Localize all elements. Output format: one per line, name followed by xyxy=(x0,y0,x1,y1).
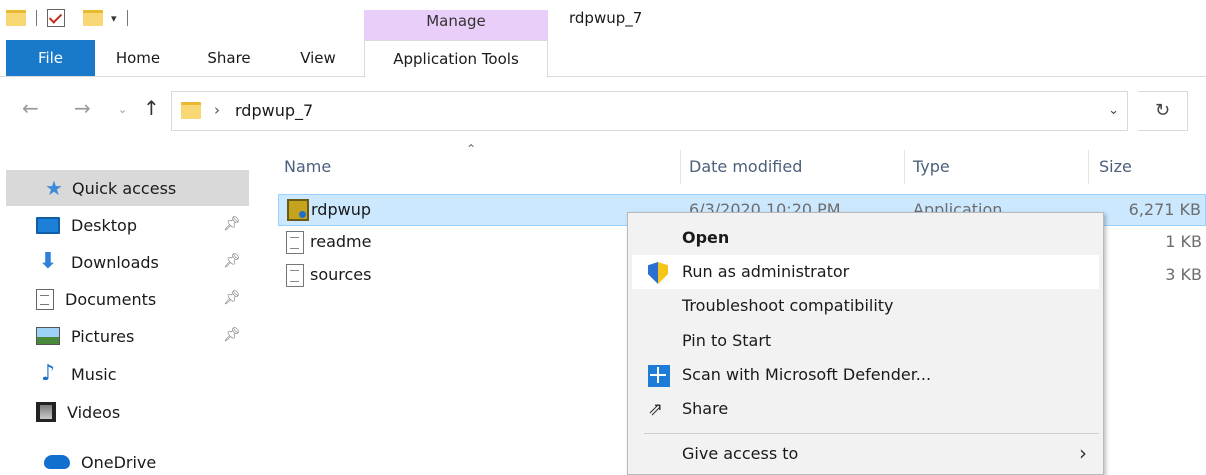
file-name: rdpwup xyxy=(311,200,371,219)
sidebar-item-onedrive[interactable]: OneDrive xyxy=(6,444,249,475)
file-size: 3 KB xyxy=(1165,265,1202,284)
tab-home[interactable]: Home xyxy=(106,40,170,77)
sidebar-item-label: Downloads xyxy=(71,252,159,272)
menu-item-label: Run as administrator xyxy=(682,262,850,281)
menu-item-pin-to-start[interactable]: Pin to Start xyxy=(632,324,1099,358)
documents-icon xyxy=(36,288,54,310)
file-name: readme xyxy=(310,232,372,251)
menu-item-open[interactable]: Open xyxy=(632,221,1099,255)
column-divider[interactable] xyxy=(904,150,905,184)
sidebar-item-videos[interactable]: Videos xyxy=(6,394,249,430)
column-divider[interactable] xyxy=(1088,150,1089,184)
toolbar-divider xyxy=(36,10,37,26)
sidebar-item-music[interactable]: ♪ Music xyxy=(6,356,249,392)
column-divider[interactable] xyxy=(680,150,681,184)
properties-check-icon[interactable] xyxy=(47,9,65,27)
tab-share[interactable]: Share xyxy=(197,40,261,77)
menu-item-label: Scan with Microsoft Defender... xyxy=(682,365,932,384)
quick-access-toolbar: ▾ xyxy=(6,8,138,28)
file-size: 6,271 KB xyxy=(1128,200,1201,219)
defender-icon xyxy=(648,365,670,387)
customize-toolbar-dropdown[interactable]: ▾ xyxy=(111,13,117,24)
menu-item-label: Troubleshoot compatibility xyxy=(682,296,894,315)
column-header-name[interactable]: Name xyxy=(284,148,331,186)
text-file-icon xyxy=(286,231,304,254)
address-dropdown-chevron-icon[interactable]: ⌄ xyxy=(1108,103,1119,118)
menu-item-troubleshoot-compatibility[interactable]: Troubleshoot compatibility xyxy=(632,289,1099,323)
sidebar-item-downloads[interactable]: ⬇ Downloads 📌︎ xyxy=(6,244,249,280)
file-name: sources xyxy=(310,265,372,284)
column-header-size[interactable]: Size xyxy=(1099,148,1132,186)
pin-icon: 📌︎ xyxy=(223,290,241,306)
sidebar-item-label: Videos xyxy=(67,402,121,422)
folder-icon xyxy=(181,102,201,119)
column-header-date-modified[interactable]: Date modified xyxy=(689,148,802,186)
address-bar[interactable]: › rdpwup_7 ⌄ xyxy=(171,91,1128,131)
back-arrow-icon[interactable]: ← xyxy=(22,98,39,118)
text-file-icon xyxy=(286,264,304,287)
menu-item-label: Share xyxy=(682,399,729,418)
star-icon: ★ xyxy=(45,176,63,200)
breadcrumb-current-folder[interactable]: rdpwup_7 xyxy=(235,101,313,120)
download-icon: ⬇ xyxy=(38,249,58,274)
sidebar-item-documents[interactable]: Documents 📌︎ xyxy=(6,281,249,317)
title-bar: ▾ Manage rdpwup_7 xyxy=(0,0,1206,40)
pin-icon: 📌︎ xyxy=(223,253,241,269)
navigation-pane: ★ Quick access Desktop 📌︎ ⬇ Downloads 📌︎… xyxy=(0,142,256,475)
folder-icon xyxy=(6,10,26,26)
refresh-button[interactable]: ↻ xyxy=(1138,91,1188,131)
sidebar-item-label: Documents xyxy=(65,289,157,309)
menu-item-label: Give access to xyxy=(682,444,799,463)
pictures-icon xyxy=(36,327,60,345)
sort-ascending-icon: ⌃ xyxy=(466,142,477,156)
menu-item-run-as-administrator[interactable]: Run as administrator xyxy=(632,255,1099,289)
sidebar-item-label: OneDrive xyxy=(81,452,157,472)
desktop-icon xyxy=(36,216,60,234)
sidebar-item-label: Music xyxy=(71,364,117,384)
navigation-bar: ← → ⌄ ↑ › rdpwup_7 ⌄ ↻ xyxy=(0,78,1206,142)
uac-shield-icon xyxy=(648,262,670,284)
sidebar-item-desktop[interactable]: Desktop 📌︎ xyxy=(6,207,249,243)
sidebar-item-label: Desktop xyxy=(71,215,137,235)
file-size: 1 KB xyxy=(1165,232,1202,251)
pin-icon: 📌︎ xyxy=(223,216,241,232)
tab-application-tools[interactable]: Application Tools xyxy=(364,40,548,78)
sidebar-item-pictures[interactable]: Pictures 📌︎ xyxy=(6,318,249,354)
menu-item-give-access-to[interactable]: Give access to › xyxy=(632,437,1099,471)
up-arrow-icon[interactable]: ↑ xyxy=(143,98,160,118)
forward-arrow-icon[interactable]: → xyxy=(74,98,91,118)
menu-separator xyxy=(644,433,1099,434)
refresh-icon: ↻ xyxy=(1154,100,1171,121)
videos-icon xyxy=(36,402,56,422)
pin-icon: 📌︎ xyxy=(223,327,241,343)
manage-contextual-tab: Manage xyxy=(364,10,548,40)
sidebar-item-quick-access[interactable]: ★ Quick access xyxy=(6,170,249,206)
menu-item-share[interactable]: ⇗ Share xyxy=(632,392,1099,426)
breadcrumb-chevron-icon[interactable]: › xyxy=(214,101,220,119)
context-menu: Open Run as administrator Troubleshoot c… xyxy=(627,212,1104,475)
menu-item-scan-with-defender[interactable]: Scan with Microsoft Defender... xyxy=(632,358,1099,392)
menu-item-label: Pin to Start xyxy=(682,331,772,350)
sidebar-item-label: Quick access xyxy=(72,178,177,198)
tab-file[interactable]: File xyxy=(6,40,95,76)
window-title: rdpwup_7 xyxy=(569,9,643,27)
share-icon: ⇗ xyxy=(648,399,664,420)
application-icon xyxy=(287,199,309,221)
ribbon-tabs: File Home Share View Application Tools xyxy=(0,40,1206,78)
recent-locations-chevron-icon[interactable]: ⌄ xyxy=(118,100,127,120)
new-folder-icon[interactable] xyxy=(83,10,103,26)
submenu-chevron-right-icon: › xyxy=(1079,441,1087,465)
onedrive-icon xyxy=(44,455,70,469)
menu-item-label: Open xyxy=(682,228,730,247)
tab-view[interactable]: View xyxy=(288,40,348,77)
column-header-type[interactable]: Type xyxy=(913,148,950,186)
sidebar-item-label: Pictures xyxy=(71,326,135,346)
toolbar-divider xyxy=(126,10,128,26)
music-icon: ♪ xyxy=(40,361,56,386)
